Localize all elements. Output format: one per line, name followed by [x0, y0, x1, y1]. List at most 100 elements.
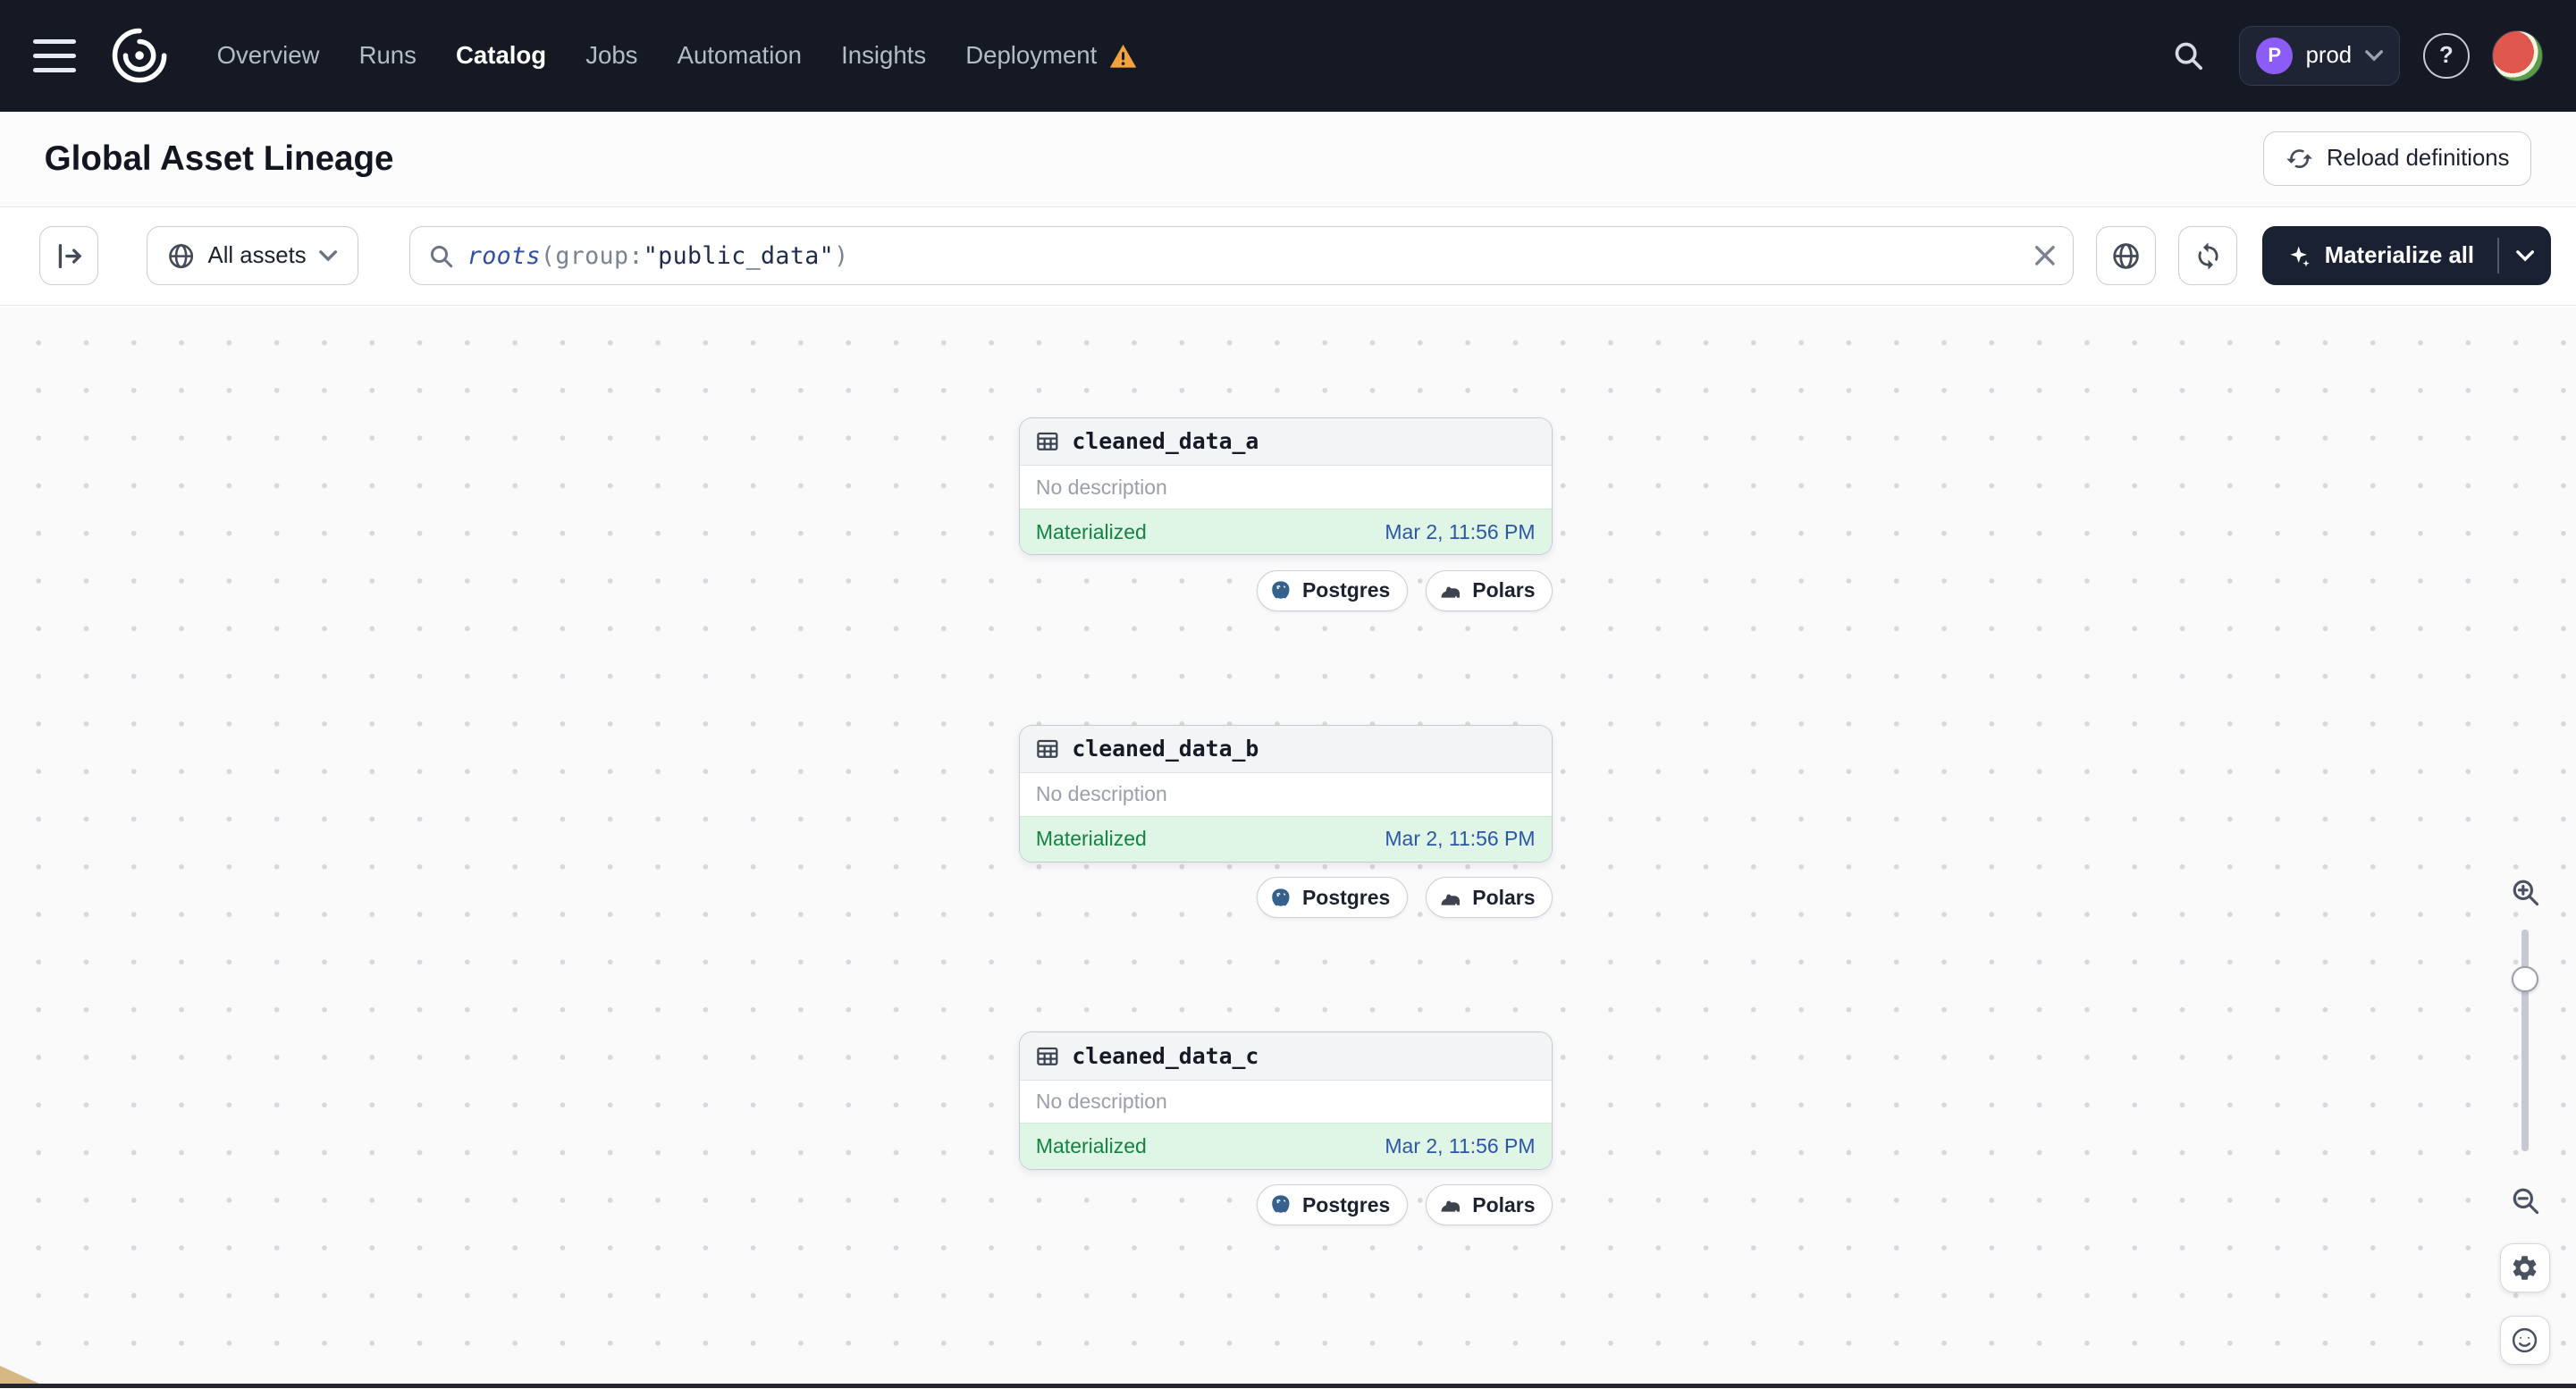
status-badge: Materialized [1035, 519, 1147, 543]
help-icon[interactable]: ? [2423, 32, 2470, 80]
asset-tag-row: Postgres Polars [1019, 1184, 1553, 1226]
nav-links: Overview Runs Catalog Jobs Automation In… [217, 41, 1139, 70]
zoom-in-button[interactable] [2502, 869, 2547, 914]
asset-description: No description [1035, 782, 1167, 806]
tag-label: Postgres [1301, 578, 1391, 602]
nav-item-catalog[interactable]: Catalog [456, 41, 546, 70]
asset-description: No description [1035, 475, 1167, 499]
search-icon[interactable] [2160, 28, 2216, 83]
polars-icon [1438, 580, 1463, 602]
top-nav: Overview Runs Catalog Jobs Automation In… [0, 0, 2576, 112]
asset-node-cleaned-data-c[interactable]: cleaned_data_c No description Materializ… [1018, 1031, 1553, 1170]
materialize-all-button[interactable]: Materialize all [2262, 226, 2497, 285]
tag-label: Postgres [1301, 1192, 1391, 1216]
asset-status-row: Materialized Mar 2, 11:56 PM [1019, 508, 1552, 555]
asset-node-cleaned-data-b[interactable]: cleaned_data_b No description Materializ… [1018, 724, 1553, 863]
materialization-timestamp[interactable]: Mar 2, 11:56 PM [1385, 827, 1535, 851]
zoom-out-button[interactable] [2502, 1178, 2547, 1224]
asset-status-row: Materialized Mar 2, 11:56 PM [1019, 815, 1552, 863]
postgres-icon [1269, 1193, 1292, 1216]
nav-item-runs[interactable]: Runs [359, 41, 417, 70]
asset-name: cleaned_data_a [1072, 428, 1259, 455]
tag-label: Postgres [1301, 885, 1391, 909]
asset-node-header: cleaned_data_c [1019, 1032, 1552, 1081]
deployment-switcher[interactable]: P prod [2239, 26, 2401, 86]
materialize-options-button[interactable] [2499, 226, 2552, 285]
graph-settings-button[interactable] [2500, 1243, 2550, 1293]
asset-selection-query: roots(group:"public_data") [467, 241, 849, 270]
reload-definitions-label: Reload definitions [2326, 146, 2510, 172]
sparkle-icon [2286, 243, 2311, 269]
asset-node-header: cleaned_data_b [1019, 725, 1552, 773]
tag-postgres[interactable]: Postgres [1257, 877, 1408, 919]
nav-item-overview[interactable]: Overview [217, 41, 320, 70]
polars-icon [1438, 888, 1463, 909]
smiley-icon [2510, 1326, 2539, 1355]
window-bottom-edge [0, 1383, 2576, 1389]
tag-postgres[interactable]: Postgres [1257, 1184, 1408, 1226]
nav-item-deployment[interactable]: Deployment [965, 41, 1138, 70]
table-icon [1036, 430, 1059, 453]
search-icon [428, 243, 454, 269]
asset-selection-input[interactable]: roots(group:"public_data") [408, 226, 2074, 286]
table-icon [1036, 737, 1059, 761]
asset-scope-select[interactable]: All assets [146, 226, 358, 286]
asset-status-row: Materialized Mar 2, 11:56 PM [1019, 1123, 1552, 1169]
chevron-down-icon [319, 249, 338, 262]
asset-scope-label: All assets [207, 242, 307, 268]
asset-tag-row: Postgres Polars [1019, 877, 1553, 919]
status-badge: Materialized [1035, 1134, 1147, 1158]
asset-name: cleaned_data_c [1072, 1042, 1259, 1069]
tag-polars[interactable]: Polars [1425, 877, 1553, 919]
asset-node-cleaned-data-a[interactable]: cleaned_data_a No description Materializ… [1018, 417, 1553, 556]
materialize-all-label: Materialize all [2324, 242, 2475, 268]
tag-label: Polars [1472, 578, 1536, 602]
tag-label: Polars [1472, 1192, 1536, 1216]
reload-definitions-button[interactable]: Reload definitions [2263, 131, 2532, 187]
lineage-toolbar: All assets roots(group:"public_data") Ma… [0, 206, 2576, 306]
zoom-slider[interactable] [2500, 930, 2549, 1152]
asset-description: No description [1035, 1089, 1167, 1113]
materialization-timestamp[interactable]: Mar 2, 11:56 PM [1385, 520, 1535, 544]
hamburger-icon[interactable] [32, 39, 76, 72]
materialize-all-split-button: Materialize all [2261, 226, 2552, 286]
clear-icon[interactable] [2033, 244, 2057, 267]
table-icon [1036, 1045, 1059, 1068]
chevron-down-icon [2364, 50, 2383, 62]
polars-icon [1438, 1194, 1463, 1216]
nav-item-automation[interactable]: Automation [678, 41, 802, 70]
gear-icon [2510, 1253, 2539, 1283]
refresh-button[interactable] [2178, 226, 2238, 286]
page-title: Global Asset Lineage [44, 139, 394, 178]
dagster-global-asset-lineage: { "nav": { "items": ["Overview", "Runs",… [0, 0, 2576, 1389]
globe-icon [167, 242, 195, 270]
asset-name: cleaned_data_b [1072, 736, 1259, 762]
lineage-canvas[interactable]: cleaned_data_a No description Materializ… [0, 307, 2576, 1389]
page-header: Global Asset Lineage Reload definitions [0, 111, 2576, 207]
sync-icon [2193, 241, 2223, 271]
env-name: prod [2305, 42, 2353, 68]
postgres-icon [1269, 887, 1292, 910]
tag-postgres[interactable]: Postgres [1257, 569, 1408, 611]
materialization-timestamp[interactable]: Mar 2, 11:56 PM [1385, 1134, 1535, 1158]
tag-label: Polars [1472, 885, 1536, 909]
nav-right-cluster: P prod ? [2160, 26, 2544, 86]
panel-toggle-icon [55, 241, 84, 271]
feedback-button[interactable] [2500, 1316, 2550, 1366]
panel-toggle-button[interactable] [39, 226, 99, 286]
dagster-logo[interactable] [105, 21, 174, 90]
nav-item-jobs[interactable]: Jobs [585, 41, 637, 70]
nav-item-insights[interactable]: Insights [841, 41, 926, 70]
env-badge: P [2256, 38, 2293, 74]
asset-tag-row: Postgres Polars [1019, 569, 1553, 611]
zoom-slider-track[interactable] [2521, 930, 2529, 1152]
zoom-slider-knob[interactable] [2512, 965, 2538, 993]
reload-icon [2286, 145, 2313, 173]
status-badge: Materialized [1035, 827, 1147, 851]
globe-icon [2111, 241, 2141, 271]
tag-polars[interactable]: Polars [1425, 1184, 1553, 1226]
user-avatar[interactable] [2492, 30, 2544, 81]
graph-filters-button[interactable] [2096, 226, 2156, 286]
postgres-icon [1269, 579, 1292, 602]
tag-polars[interactable]: Polars [1425, 569, 1553, 611]
